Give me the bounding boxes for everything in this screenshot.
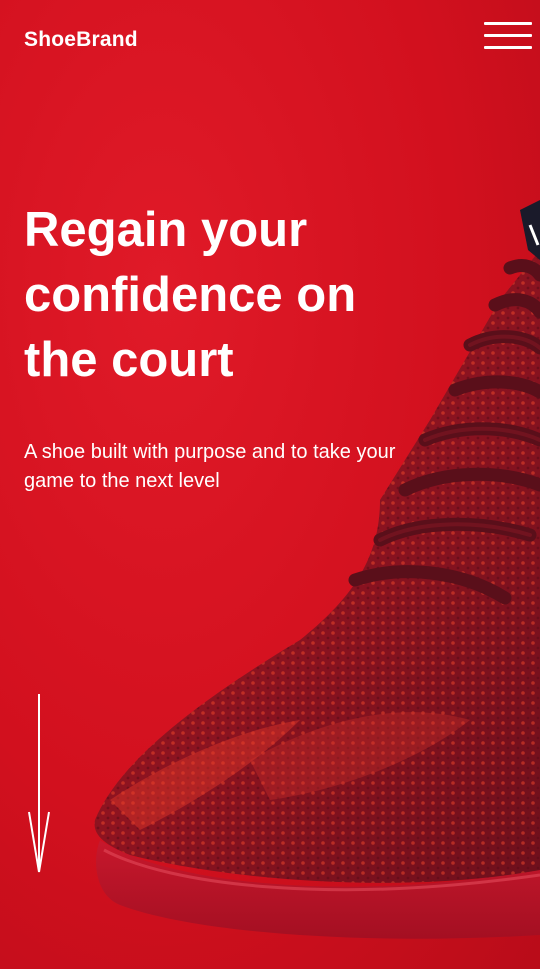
subtitle-line: A shoe built with purpose and to take yo… (24, 441, 396, 463)
subtitle-line: game to the next level (24, 470, 220, 492)
hero-screen: ShoeBrand Regain your confidence on the … (0, 0, 540, 969)
menu-line (484, 46, 532, 49)
arrow-down-icon[interactable] (26, 694, 52, 878)
brand-logo[interactable]: ShoeBrand (24, 28, 138, 52)
hamburger-menu-icon[interactable] (484, 20, 532, 54)
hero-headline: Regain your confidence on the court (24, 198, 424, 393)
menu-line (484, 22, 532, 25)
headline-line: confidence on (24, 268, 357, 322)
menu-line (484, 34, 532, 37)
headline-line: Regain your (24, 203, 308, 257)
hero-subtitle: A shoe built with purpose and to take yo… (24, 438, 494, 496)
headline-line: the court (24, 333, 234, 387)
